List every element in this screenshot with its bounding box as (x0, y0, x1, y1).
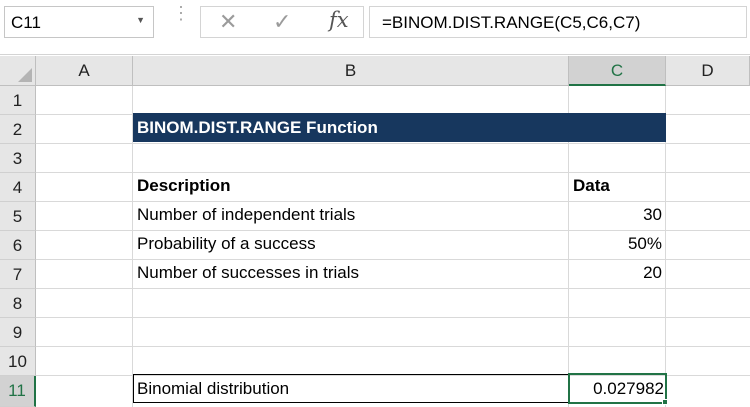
row-header-9[interactable]: 9 (0, 318, 36, 347)
gridline (36, 346, 750, 347)
label-trials[interactable]: Number of independent trials (137, 201, 355, 229)
formula-text: =BINOM.DIST.RANGE(C5,C6,C7) (382, 13, 641, 32)
row-header-4[interactable]: 4 (0, 173, 36, 202)
active-cell-selection[interactable] (568, 373, 667, 404)
fill-handle[interactable] (662, 399, 668, 405)
sheet-title: BINOM.DIST.RANGE Function (137, 118, 378, 137)
row-header-1[interactable]: 1 (0, 86, 36, 115)
row-header-7[interactable]: 7 (0, 260, 36, 289)
row-header-3[interactable]: 3 (0, 144, 36, 173)
drag-handle-icon[interactable]: ⋮ (172, 4, 190, 22)
name-box-value: C11 (11, 13, 41, 32)
insert-function-icon[interactable]: fx (329, 8, 349, 32)
select-all-button[interactable] (0, 56, 36, 86)
name-box[interactable]: C11 ▼ (4, 6, 154, 38)
formula-buttons: ✕ ✓ fx (200, 6, 364, 38)
gridline (36, 143, 750, 144)
row-header-11[interactable]: 11 (0, 376, 36, 407)
row-header-6[interactable]: 6 (0, 231, 36, 260)
value-trials[interactable]: 30 (569, 201, 662, 229)
column-header-c[interactable]: C (569, 56, 666, 86)
row-header-8[interactable]: 8 (0, 289, 36, 318)
gridline (36, 317, 750, 318)
value-successes[interactable]: 20 (569, 259, 662, 287)
gridline (36, 288, 750, 289)
select-all-triangle-icon (18, 68, 32, 82)
column-header-a[interactable]: A (36, 56, 133, 86)
value-probability[interactable]: 50% (569, 230, 662, 258)
label-successes[interactable]: Number of successes in trials (137, 259, 359, 287)
row-header-2[interactable]: 2 (0, 115, 36, 144)
cancel-icon[interactable]: ✕ (219, 9, 237, 35)
column-header-b[interactable]: B (133, 56, 569, 86)
row-header-5[interactable]: 5 (0, 202, 36, 231)
label-probability[interactable]: Probability of a success (137, 230, 316, 258)
checkmark-icon[interactable]: ✓ (273, 9, 291, 35)
result-label[interactable]: Binomial distribution (137, 375, 289, 403)
column-header-d[interactable]: D (666, 56, 750, 86)
header-description[interactable]: Description (137, 172, 231, 200)
header-data[interactable]: Data (573, 172, 610, 200)
row-header-10[interactable]: 10 (0, 347, 36, 376)
formula-bar-area: C11 ▼ ⋮ ✕ ✓ fx =BINOM.DIST.RANGE(C5,C6,C… (0, 0, 750, 55)
chevron-down-icon[interactable]: ▼ (136, 15, 145, 25)
formula-input[interactable]: =BINOM.DIST.RANGE(C5,C6,C7) (369, 6, 747, 38)
